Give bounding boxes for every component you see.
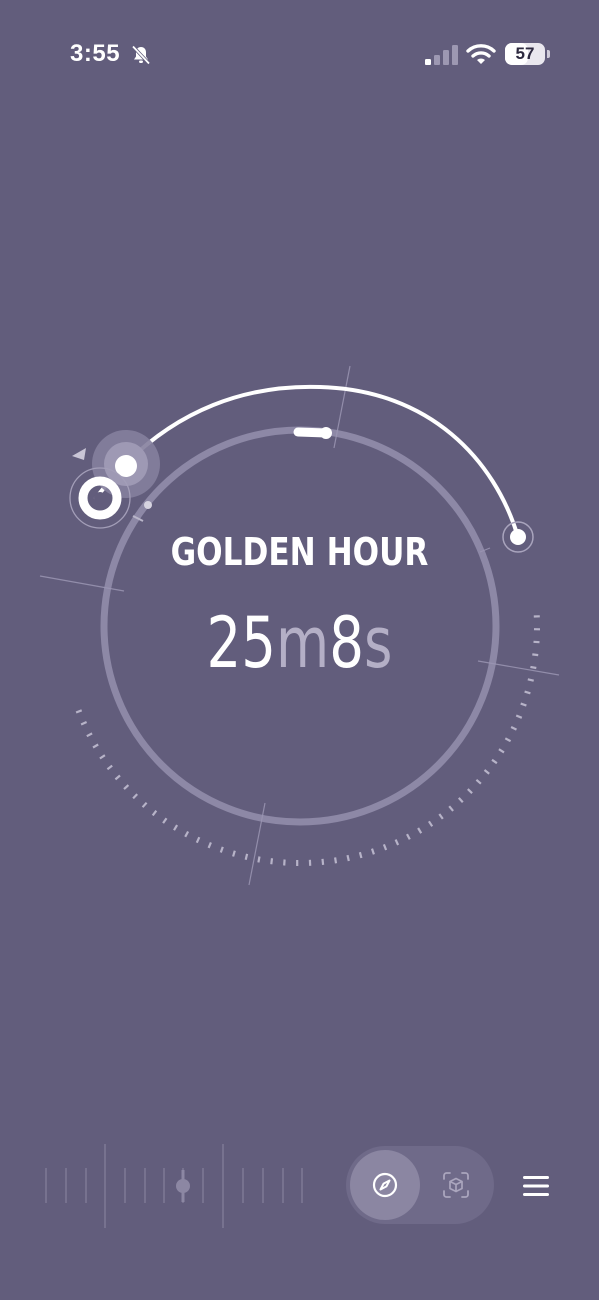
dial-tick <box>370 848 375 855</box>
dial-tick <box>358 851 363 859</box>
dial-tick <box>334 857 338 864</box>
battery-cap <box>547 50 550 58</box>
dial-tick <box>527 678 534 682</box>
bell-slash-icon <box>131 45 151 65</box>
dial-tick <box>491 758 498 765</box>
dial-tick <box>510 726 517 731</box>
dial-tick <box>448 805 454 812</box>
dial-tick <box>86 732 93 738</box>
dial-tick <box>114 774 121 781</box>
time-scrubber-ticks <box>45 1144 303 1228</box>
ar-mode-button[interactable] <box>421 1150 491 1220</box>
dial-tick <box>520 702 527 707</box>
dial-tick <box>417 827 423 834</box>
countdown-seconds: 8 <box>329 602 364 684</box>
dial-tick <box>162 817 168 824</box>
dial-tick <box>467 788 473 794</box>
dial-tick <box>80 720 88 726</box>
dial-tick <box>195 836 201 844</box>
countdown-minutes-unit: m <box>276 602 330 684</box>
status-bar: 3:55 57 <box>0 0 599 100</box>
dial-tick <box>394 839 400 846</box>
cellular-signal-icon <box>425 45 458 65</box>
dial-tick <box>257 856 261 863</box>
dial-tick <box>106 764 113 771</box>
dial-tick <box>232 850 236 857</box>
dial-tick <box>483 769 490 775</box>
dial-tick <box>438 813 444 820</box>
dial-tick <box>515 714 523 719</box>
dial-tick <box>132 793 138 800</box>
dial-tick <box>244 853 249 861</box>
dial-tick <box>532 653 539 657</box>
compass-icon <box>372 1172 398 1198</box>
user-location-marker-icon <box>69 467 131 529</box>
sun-position-marker-icon <box>92 430 160 522</box>
battery-icon: 57 <box>505 43 545 65</box>
countdown: 25m8s <box>66 608 533 678</box>
time-scrubber-handle[interactable] <box>176 1170 190 1202</box>
heading-indicator-dot <box>320 427 332 439</box>
dial-tick <box>504 737 512 743</box>
dial-tick <box>184 830 190 838</box>
dial-tick <box>99 754 106 760</box>
battery-percentage: 57 <box>515 44 535 63</box>
dial-tick <box>173 824 179 831</box>
dial-tick <box>346 854 350 862</box>
event-title: GOLDEN HOUR <box>170 530 429 574</box>
dial-tick <box>270 858 274 865</box>
wifi-icon <box>466 44 496 64</box>
dial-tick <box>457 797 464 804</box>
dial-tick <box>123 784 130 790</box>
compass-mode-button[interactable] <box>350 1150 420 1220</box>
status-time: 3:55 <box>70 40 121 67</box>
dial-tick <box>524 690 531 695</box>
menu-icon[interactable] <box>516 1168 556 1204</box>
dial-tick <box>475 778 482 785</box>
time-scrubber[interactable] <box>40 1140 310 1230</box>
dial-tick <box>207 841 212 849</box>
dial-tick <box>75 709 83 714</box>
dial-tick <box>151 810 158 817</box>
dial-tick <box>382 843 388 851</box>
dial-tick <box>141 801 148 808</box>
dial-tick <box>219 846 224 853</box>
direction-arrow-icon <box>72 448 86 460</box>
dial-tick <box>427 820 434 827</box>
dial-tick <box>498 748 505 754</box>
countdown-seconds-unit: s <box>363 602 393 684</box>
dial-tick <box>92 743 99 749</box>
ar-cube-icon <box>443 1172 469 1198</box>
dial-tick <box>321 858 325 866</box>
countdown-minutes: 25 <box>206 602 277 684</box>
dial-tick <box>406 833 411 840</box>
